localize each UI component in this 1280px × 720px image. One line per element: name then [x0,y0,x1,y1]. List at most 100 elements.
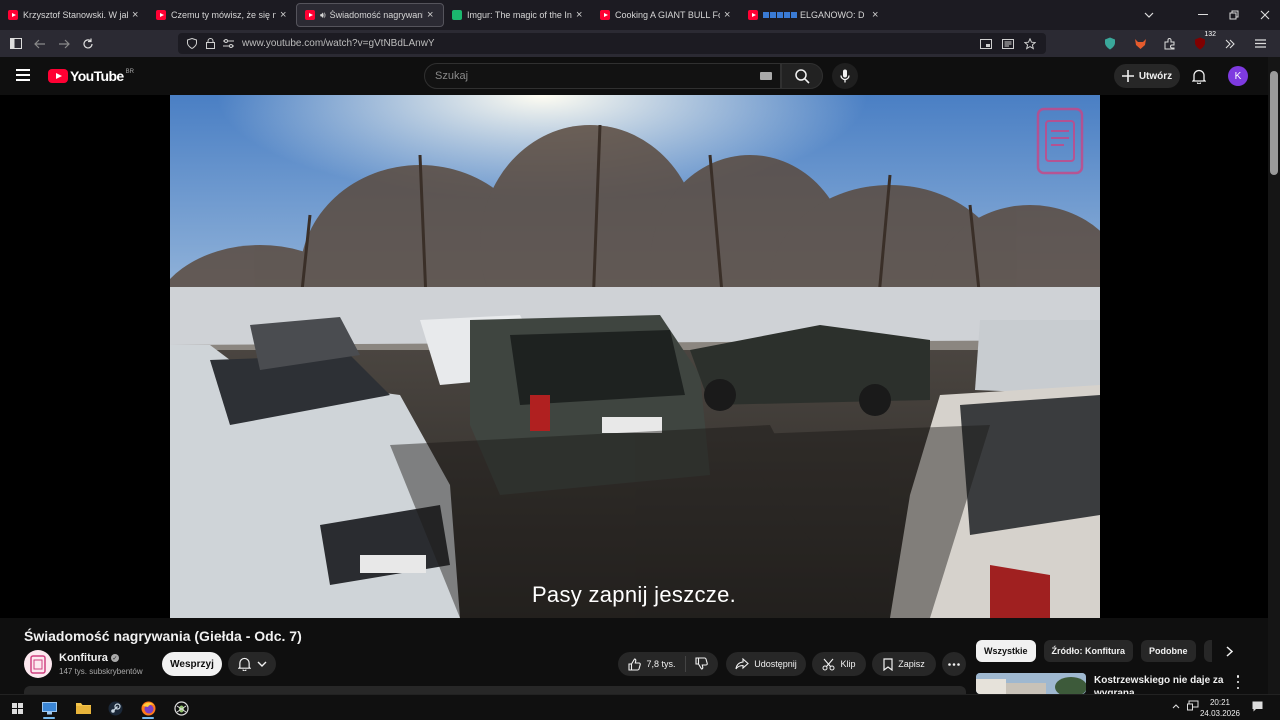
more-actions-button[interactable] [942,652,966,676]
youtube-icon [600,10,610,20]
account-avatar[interactable]: K [1228,66,1248,86]
close-tab-icon[interactable]: × [132,10,142,21]
speaker-icon[interactable]: 🔊︎ [320,10,326,21]
notifications-bell-icon[interactable] [1189,66,1209,86]
close-tab-icon[interactable]: × [576,10,586,21]
extensions-puzzle-icon[interactable] [1158,32,1182,56]
clip-button[interactable]: Klip [812,652,866,676]
system-clock[interactable]: 20:21 24.03.2026 [1200,697,1240,719]
fox-extension-icon[interactable] [1128,32,1152,56]
browser-tab-active[interactable]: 🔊︎ Świadomość nagrywania (G × [296,3,444,27]
support-button[interactable]: Wesprzyj [162,652,222,676]
filter-chips: Wszystkie Źródło: Konfitura Podobne Dla [976,640,1212,662]
monitor-app-icon[interactable] [38,698,60,719]
toolbar-extensions: 132 [1098,30,1272,57]
tab-title: Imgur: The magic of the Interne [467,10,572,20]
youtube-icon [8,10,18,20]
browser-tab[interactable]: Imgur: The magic of the Interne × [444,0,592,30]
close-tab-icon[interactable]: × [724,10,734,21]
video-frame[interactable] [170,95,1100,618]
network-icon[interactable] [1187,700,1199,713]
chip-related[interactable]: Podobne [1141,640,1196,662]
bookmark-icon [883,657,893,671]
youtube-icon [748,10,758,20]
microphone-icon [840,69,850,83]
jar-icon [30,655,46,674]
browser-tab[interactable]: ELGANOWO: D × [740,0,888,30]
bug-app-icon[interactable] [170,698,192,718]
lock-icon[interactable] [202,36,218,52]
browser-tab[interactable]: Cooking A GIANT BULL For A Gi × [592,0,740,30]
verified-icon: ✓ [110,654,119,662]
youtube-icon [156,10,166,20]
notification-center-icon[interactable] [1252,701,1263,714]
save-label: Zapisz [898,659,925,669]
search-placeholder: Szukaj [435,70,469,82]
reader-view-icon[interactable] [1000,36,1016,52]
youtube-logo[interactable]: YouTube BR [48,68,134,84]
channel-name[interactable]: Konfitura ✓ [59,652,119,664]
chip-source-channel[interactable]: Źródło: Konfitura [1043,640,1134,662]
like-count: 7,8 tys. [646,659,676,669]
file-explorer-icon[interactable] [72,698,94,718]
voice-search-button[interactable] [832,63,858,89]
start-icon[interactable] [6,698,28,718]
share-button[interactable]: Udostępnij [726,652,806,676]
vpn-shield-icon[interactable] [1098,32,1122,56]
video-player[interactable]: Pasy zapnij jeszcze. [0,95,1268,618]
recommendation-thumbnail[interactable] [976,673,1086,694]
search-input[interactable]: Szukaj [424,63,781,89]
channel-avatar[interactable] [24,650,52,678]
picture-in-picture-icon[interactable] [978,36,994,52]
create-button[interactable]: Utwórz [1114,64,1180,88]
description-box[interactable] [24,686,966,694]
minimize-icon[interactable] [1188,0,1218,30]
like-button[interactable]: 7,8 tys. [628,657,676,671]
keyboard-icon[interactable] [760,72,772,80]
chip-for-you[interactable]: Dla [1203,640,1212,662]
list-tabs-icon[interactable] [1134,0,1164,30]
steam-icon[interactable] [104,698,126,718]
notification-settings-button[interactable] [228,652,276,676]
forward-icon[interactable] [52,32,76,56]
search-button[interactable] [781,63,823,89]
recommendation-menu-icon[interactable] [1232,675,1244,689]
close-tab-icon[interactable]: × [280,10,290,21]
close-tab-icon[interactable]: × [427,10,437,21]
permissions-icon[interactable] [220,36,236,52]
close-tab-icon[interactable]: × [872,10,882,21]
chip-all[interactable]: Wszystkie [976,640,1036,662]
clock-date: 24.03.2026 [1199,709,1240,718]
hamburger-menu-icon[interactable] [1248,32,1272,56]
reload-icon[interactable] [76,32,100,56]
overflow-menu-icon[interactable] [1218,32,1242,56]
guide-menu-icon[interactable] [16,69,30,84]
chips-next-button[interactable] [1220,642,1238,660]
address-bar[interactable]: www.youtube.com/watch?v=gVtNBdLAnwY [178,33,1046,54]
page-scrollbar[interactable] [1268,57,1280,694]
scrollbar-thumb[interactable] [1270,71,1278,175]
youtube-play-icon [48,69,68,83]
bell-icon [237,657,251,671]
save-button[interactable]: Zapisz [872,652,936,676]
browser-tab[interactable]: Krzysztof Stanowski. W jakiej sy × [0,0,148,30]
sidebar-toggle-icon[interactable] [4,32,28,56]
channel-watermark-icon[interactable] [1034,105,1086,177]
bookmark-star-icon[interactable] [1022,36,1038,52]
ublock-extension-icon[interactable]: 132 [1188,30,1217,56]
shield-icon[interactable] [184,36,200,52]
close-window-icon[interactable] [1250,0,1280,30]
youtube-icon [305,10,315,20]
dislike-button[interactable] [694,656,708,672]
browser-tab[interactable]: Czemu ty mówisz, że się na ciel × [148,0,296,30]
restore-icon[interactable] [1219,0,1249,30]
tab-title: Krzysztof Stanowski. W jakiej sy [23,10,128,20]
divider [684,656,686,672]
channel-name-text[interactable]: Konfitura [59,652,108,664]
emoji-squares [763,12,797,18]
firefox-icon[interactable] [137,698,159,719]
recommendation-title[interactable]: Kostrzewskiego nie daje za wygraną [1094,674,1224,694]
back-icon[interactable] [28,32,52,56]
tab-title: Cooking A GIANT BULL For A Gi [615,10,720,20]
tray-chevron-icon[interactable] [1172,701,1180,711]
